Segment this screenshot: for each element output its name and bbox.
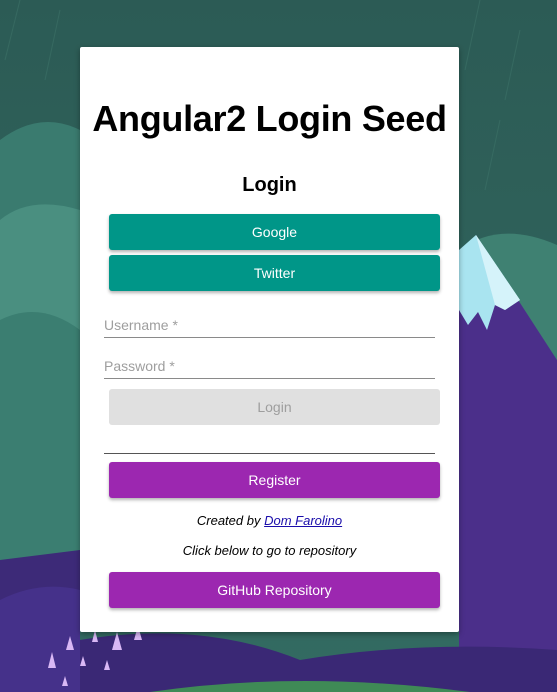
username-field[interactable]: Username * bbox=[104, 311, 439, 339]
app-title: Angular2 Login Seed bbox=[92, 98, 447, 139]
login-heading: Login bbox=[242, 174, 297, 196]
username-input[interactable] bbox=[104, 311, 439, 339]
password-input[interactable] bbox=[104, 352, 439, 380]
author-link[interactable]: Dom Farolino bbox=[264, 513, 342, 528]
credit-line: Created by Dom Farolino bbox=[80, 513, 459, 528]
password-field[interactable]: Password * bbox=[104, 352, 439, 380]
register-button[interactable]: Register bbox=[109, 462, 440, 498]
login-card: Angular2 Login Seed Login Google Twitter… bbox=[80, 47, 459, 632]
repository-hint: Click below to go to repository bbox=[182, 543, 357, 558]
divider bbox=[104, 453, 435, 454]
credit-prefix: Created by bbox=[196, 513, 261, 528]
github-repository-button[interactable]: GitHub Repository bbox=[109, 572, 440, 608]
login-button[interactable]: Login bbox=[109, 389, 440, 425]
google-login-button[interactable]: Google bbox=[109, 214, 440, 250]
twitter-login-button[interactable]: Twitter bbox=[109, 255, 440, 291]
